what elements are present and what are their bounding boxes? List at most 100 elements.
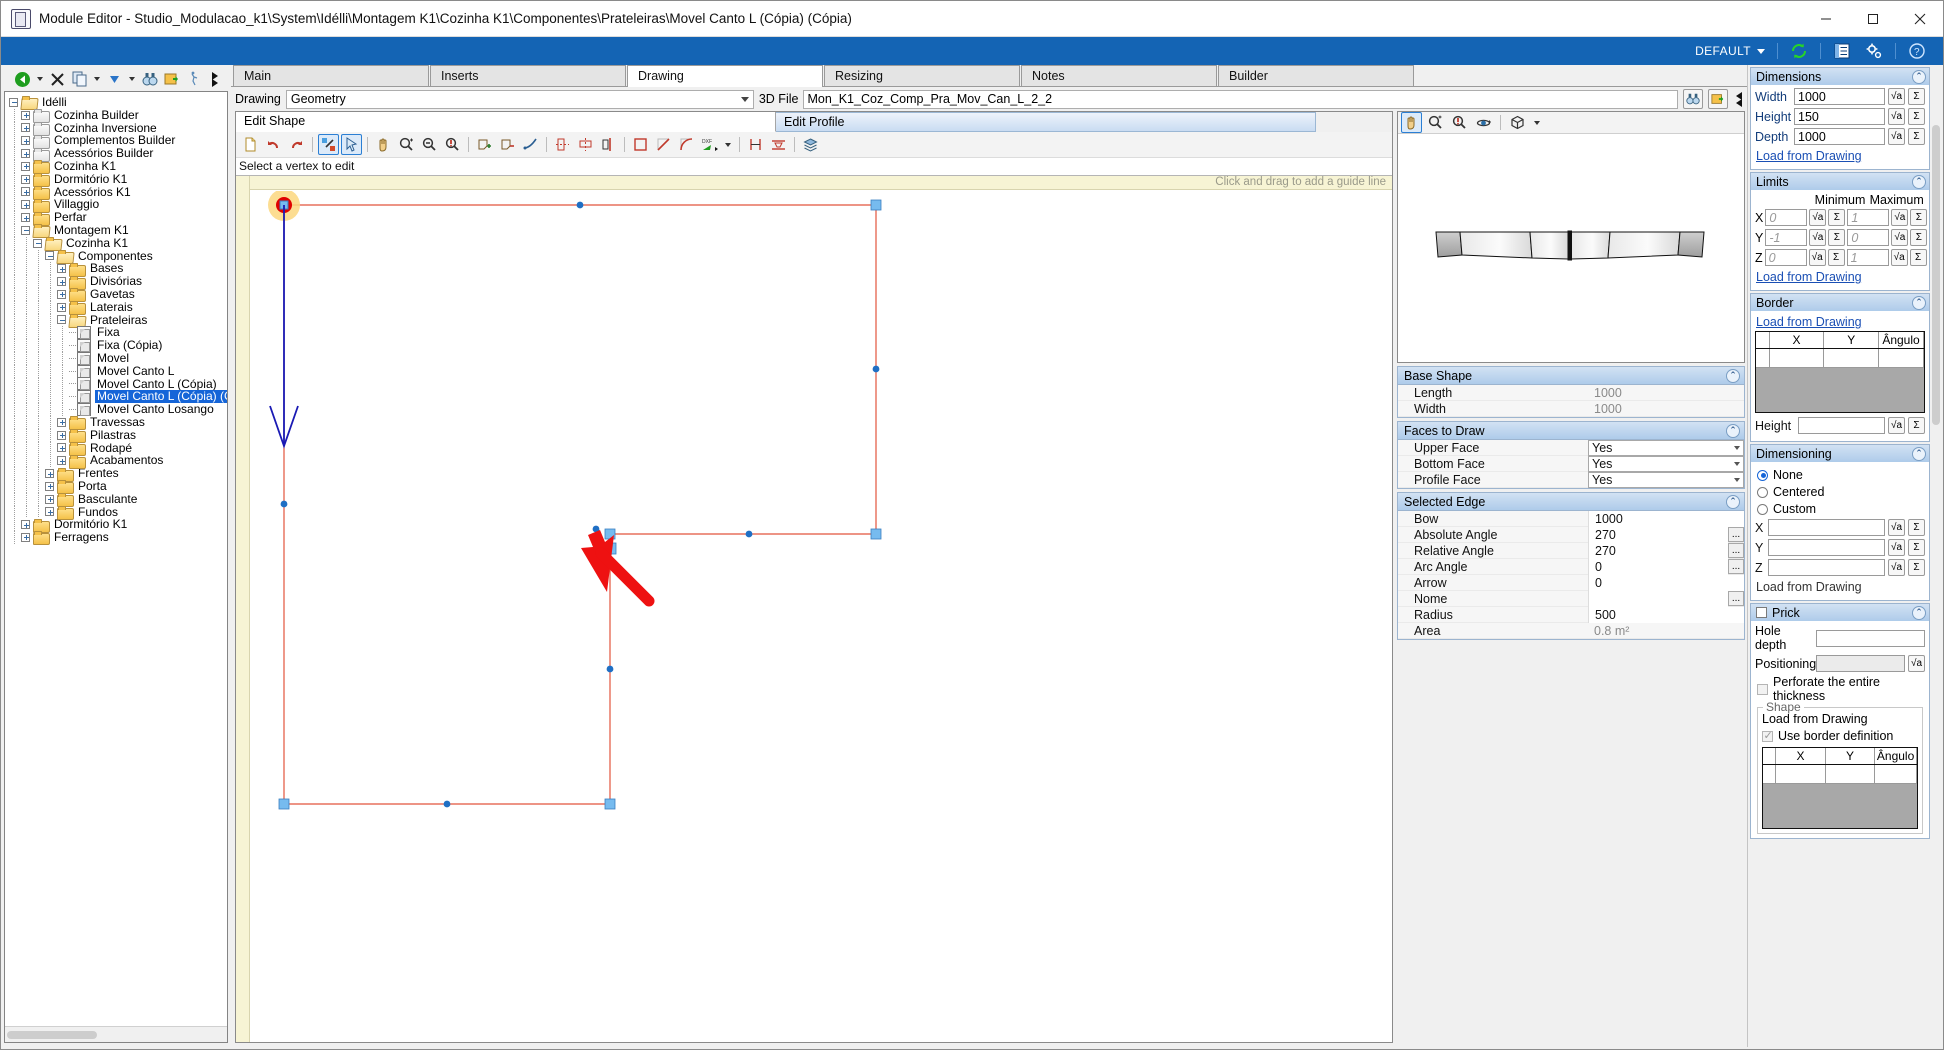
prick-checkbox[interactable] xyxy=(1756,607,1767,618)
expand-panel-icon[interactable] xyxy=(205,69,226,90)
tab-edit-shape[interactable]: Edit Shape xyxy=(236,112,776,132)
limit-min-y[interactable]: -1 xyxy=(1765,229,1808,246)
collapse-icon[interactable] xyxy=(9,97,18,107)
sigma-button[interactable]: Σ xyxy=(1827,249,1845,266)
sqrt-button[interactable]: √a xyxy=(1809,209,1827,226)
property-value[interactable]: 500 xyxy=(1588,606,1744,623)
down-icon[interactable] xyxy=(104,69,125,90)
flip-vertical-icon[interactable] xyxy=(552,134,573,155)
use-border-row[interactable]: Use border definition xyxy=(1762,729,1918,743)
table-cell[interactable] xyxy=(1776,765,1826,783)
expand-icon[interactable] xyxy=(57,289,66,299)
tree-item-basculante[interactable]: Basculante xyxy=(9,492,227,508)
mirror-icon[interactable] xyxy=(598,134,619,155)
help-icon[interactable]: ? xyxy=(1901,37,1933,65)
property-value[interactable]: 1000 xyxy=(1588,510,1744,527)
table-cell[interactable] xyxy=(1826,765,1876,783)
tree-item-pilastras[interactable]: Pilastras xyxy=(9,428,227,444)
sqrt-button[interactable]: √a xyxy=(1891,229,1909,246)
sqrt-button[interactable]: √a xyxy=(1888,88,1905,105)
property-value[interactable]: 270 xyxy=(1588,542,1728,559)
perforate-row[interactable]: Perforate the entire thickness xyxy=(1757,675,1925,703)
expand-icon[interactable] xyxy=(21,532,30,542)
sigma-button[interactable]: Σ xyxy=(1909,249,1927,266)
border-header[interactable]: Border ⌃ xyxy=(1751,294,1929,311)
sigma-button[interactable]: Σ xyxy=(1828,229,1846,246)
table-row[interactable] xyxy=(1756,349,1924,368)
faces-to-draw-header[interactable]: Faces to Draw ⌃ xyxy=(1398,422,1744,440)
sqrt-button[interactable]: √a xyxy=(1891,209,1909,226)
shape-drawing[interactable] xyxy=(251,191,1021,831)
tab-main[interactable]: Main xyxy=(233,65,429,86)
tree-item-dormit-rio-k1[interactable]: Dormitório K1 xyxy=(9,172,227,188)
collapse-chevron-icon[interactable]: ⌃ xyxy=(1912,446,1926,461)
property-value[interactable]: 270 xyxy=(1588,526,1728,543)
sigma-button[interactable]: Σ xyxy=(1908,88,1925,105)
expand-icon[interactable] xyxy=(45,481,54,491)
tab-inserts[interactable]: Inserts xyxy=(430,65,626,86)
table-cell[interactable] xyxy=(1879,349,1924,367)
expand-icon[interactable] xyxy=(57,430,66,440)
tree-item-travessas[interactable]: Travessas xyxy=(9,416,227,431)
measure-icon[interactable] xyxy=(745,134,766,155)
width-input[interactable]: 1000 xyxy=(1794,88,1885,105)
sqrt-button[interactable]: √a xyxy=(1809,229,1827,246)
tree-item-laterais[interactable]: Laterais xyxy=(9,300,227,316)
expand-icon[interactable] xyxy=(21,161,30,171)
limit-min-x[interactable]: 0 xyxy=(1765,209,1808,226)
sigma-button[interactable]: Σ xyxy=(1828,209,1846,226)
expand-icon[interactable] xyxy=(21,149,30,159)
minimize-button[interactable] xyxy=(1802,1,1849,37)
dimensioning-option-custom[interactable]: Custom xyxy=(1757,502,1925,516)
height-input[interactable]: 150 xyxy=(1794,108,1885,125)
preview-3d-canvas[interactable] xyxy=(1398,134,1744,362)
find-icon[interactable] xyxy=(139,69,160,90)
expand-icon[interactable] xyxy=(21,174,30,184)
dimensioning-load-link[interactable]: Load from Drawing xyxy=(1756,580,1862,594)
drawing-type-select[interactable]: Geometry xyxy=(285,89,754,109)
tree-item-cozinha-k1[interactable]: Cozinha K1 xyxy=(9,236,227,250)
walk-icon[interactable] xyxy=(183,69,204,90)
tree-item-dormit-rio-k1[interactable]: Dormitório K1 xyxy=(9,518,227,533)
sqrt-button[interactable]: √a xyxy=(1888,108,1905,125)
prick-shape-load-link[interactable]: Load from Drawing xyxy=(1762,712,1918,726)
table-row[interactable] xyxy=(1763,765,1918,784)
collapse-icon[interactable] xyxy=(21,225,30,235)
shape-outline[interactable] xyxy=(283,204,877,805)
select-pointer-icon[interactable] xyxy=(341,134,362,155)
sqrt-button[interactable]: √a xyxy=(1888,519,1905,536)
layers-icon[interactable] xyxy=(800,134,821,155)
zoom-window-icon[interactable] xyxy=(1425,112,1446,133)
base-shape-header[interactable]: Base Shape ⌃ xyxy=(1398,367,1744,385)
sigma-button[interactable]: Σ xyxy=(1908,539,1925,556)
tree-item-montagem-k1[interactable]: Montagem K1 xyxy=(9,224,227,237)
sigma-button[interactable]: Σ xyxy=(1908,519,1925,536)
prick-header[interactable]: Prick ⌃ xyxy=(1751,604,1929,621)
fillet-icon[interactable] xyxy=(676,134,697,155)
sigma-button[interactable]: Σ xyxy=(1910,209,1928,226)
tab-resizing[interactable]: Resizing xyxy=(824,65,1020,86)
sigma-button[interactable]: Σ xyxy=(1908,128,1925,145)
zoom-fit-icon[interactable] xyxy=(442,134,463,155)
vertex-handles[interactable] xyxy=(278,199,882,810)
ellipsis-button[interactable]: ... xyxy=(1728,591,1744,606)
limit-max-x[interactable]: 1 xyxy=(1847,209,1890,226)
zoom-out-icon[interactable] xyxy=(419,134,440,155)
prick-shape-table[interactable]: X Y Ângulo xyxy=(1762,747,1918,829)
tree-item-porta[interactable]: Porta xyxy=(9,480,227,495)
select-profile-face[interactable]: Yes xyxy=(1588,471,1744,488)
tab-builder[interactable]: Builder xyxy=(1218,65,1414,86)
dimensioning-x-input[interactable] xyxy=(1768,519,1885,536)
limit-max-y[interactable]: 0 xyxy=(1847,229,1890,246)
tree-item-cozinha-k1[interactable]: Cozinha K1 xyxy=(9,160,227,175)
dimensioning-header[interactable]: Dimensioning ⌃ xyxy=(1751,445,1929,462)
table-cell[interactable] xyxy=(1756,349,1770,367)
collapse-chevron-icon[interactable]: ⌃ xyxy=(1726,494,1740,509)
edit-vertex-icon[interactable] xyxy=(318,134,339,155)
tree-item-cozinha-builder[interactable]: Cozinha Builder xyxy=(9,108,227,124)
shape-canvas[interactable]: Click and drag to add a guide line xyxy=(236,175,1392,1042)
ellipsis-button[interactable]: ... xyxy=(1728,527,1744,542)
radio-button[interactable] xyxy=(1757,469,1768,481)
scrollbar-thumb[interactable] xyxy=(7,1031,97,1039)
collapse-chevron-icon[interactable]: ⌃ xyxy=(1912,69,1926,84)
